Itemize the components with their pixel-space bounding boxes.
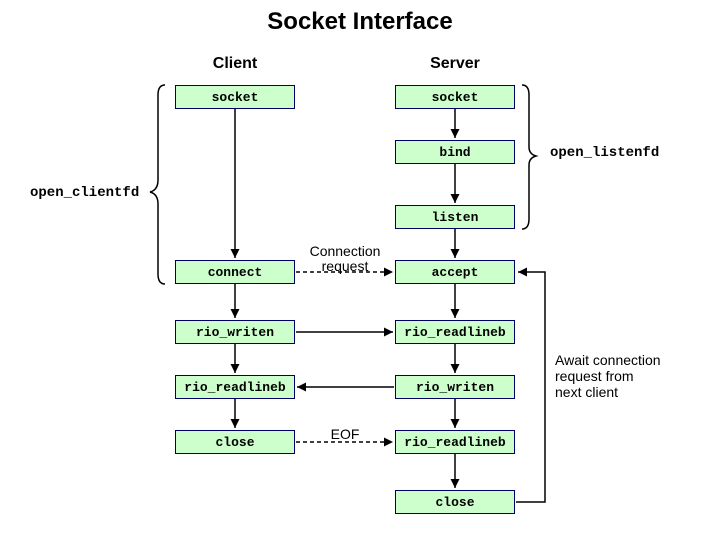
server-rio-readlineb-box: rio_readlineb [395, 320, 515, 344]
server-bind-label: bind [439, 145, 470, 160]
client-connect-box: connect [175, 260, 295, 284]
server-rio-writen-box: rio_writen [395, 375, 515, 399]
page-title: Socket Interface [0, 8, 720, 36]
client-rio-writen-box: rio_writen [175, 320, 295, 344]
server-rio-readlineb-label: rio_readlineb [404, 325, 505, 340]
server-listen-label: listen [432, 210, 479, 225]
open-clientfd-label: open_clientfd [30, 185, 139, 201]
server-listen-box: listen [395, 205, 515, 229]
server-rio-writen-label: rio_writen [416, 380, 494, 395]
client-socket-box: socket [175, 85, 295, 109]
client-socket-label: socket [212, 90, 259, 105]
server-rio-readlineb2-box: rio_readlineb [395, 430, 515, 454]
client-rio-writen-label: rio_writen [196, 325, 274, 340]
server-accept-box: accept [395, 260, 515, 284]
client-rio-readlineb-box: rio_readlineb [175, 375, 295, 399]
server-socket-label: socket [432, 90, 479, 105]
server-socket-box: socket [395, 85, 515, 109]
await-annotation-2: request from [555, 368, 634, 384]
server-close-box: close [395, 490, 515, 514]
client-close-box: close [175, 430, 295, 454]
server-bind-box: bind [395, 140, 515, 164]
server-header: Server [395, 55, 515, 73]
client-connect-label: connect [208, 265, 263, 280]
eof-label: EOF [310, 426, 380, 442]
connection-request-label-1: Connection [300, 243, 390, 259]
client-rio-readlineb-label: rio_readlineb [184, 380, 285, 395]
client-close-label: close [215, 435, 254, 450]
await-annotation-1: Await connection [555, 352, 661, 368]
server-close-label: close [435, 495, 474, 510]
client-header: Client [175, 55, 295, 73]
server-accept-label: accept [432, 265, 479, 280]
open-listenfd-label: open_listenfd [550, 145, 659, 161]
await-annotation-3: next client [555, 384, 618, 400]
connection-request-label-2: request [300, 258, 390, 274]
server-rio-readlineb2-label: rio_readlineb [404, 435, 505, 450]
